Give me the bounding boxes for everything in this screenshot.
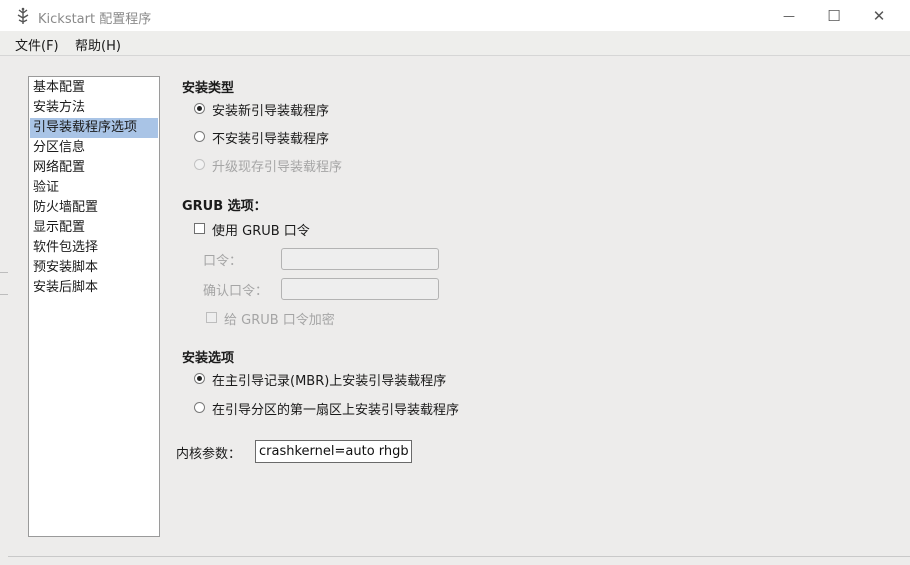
close-button[interactable]: ✕ <box>856 0 902 31</box>
maximize-button[interactable]: ☐ <box>811 0 857 31</box>
use-grub-password-checkbox[interactable] <box>194 223 205 234</box>
sidebar-item-display-config[interactable]: 显示配置 <box>30 218 158 238</box>
edge-decoration <box>0 272 8 295</box>
install-mbr-label[interactable]: 在主引导记录(MBR)上安装引导装载程序 <box>212 370 446 389</box>
kernel-params-input[interactable] <box>255 440 412 463</box>
sidebar-item-partition-info[interactable]: 分区信息 <box>30 138 158 158</box>
sidebar-list: 基本配置 安装方法 引导装载程序选项 分区信息 网络配置 验证 防火墙配置 显示… <box>28 76 160 537</box>
minimize-button[interactable]: — <box>766 0 812 31</box>
bottom-divider <box>8 556 910 557</box>
minimize-icon: — <box>783 8 795 23</box>
password-label: 口令： <box>203 254 243 269</box>
sidebar-item-firewall-config[interactable]: 防火墙配置 <box>30 198 158 218</box>
main-content: 基本配置 安装方法 引导装载程序选项 分区信息 网络配置 验证 防火墙配置 显示… <box>0 56 910 565</box>
no-bootloader-label[interactable]: 不安装引导装载程序 <box>212 128 329 147</box>
close-icon: ✕ <box>872 6 886 25</box>
sidebar-item-bootloader-options[interactable]: 引导装载程序选项 <box>30 118 158 138</box>
radio-install-boot-partition[interactable] <box>194 402 205 413</box>
radio-install-mbr[interactable] <box>194 373 205 384</box>
grub-options-title: GRUB 选项： <box>182 199 267 214</box>
radio-install-new-bootloader[interactable] <box>194 103 205 114</box>
install-type-title: 安装类型 <box>182 81 235 96</box>
sidebar-item-network-config[interactable]: 网络配置 <box>30 158 158 178</box>
kickstart-app-icon <box>17 7 29 24</box>
grub-password-field <box>281 248 439 270</box>
sidebar-item-pre-install-script[interactable]: 预安装脚本 <box>30 258 158 278</box>
install-boot-partition-label[interactable]: 在引导分区的第一扇区上安装引导装载程序 <box>212 399 459 418</box>
kernel-params-label: 内核参数： <box>176 447 242 462</box>
install-new-bootloader-label[interactable]: 安装新引导装载程序 <box>212 100 329 119</box>
install-options-title: 安装选项 <box>182 351 235 366</box>
encrypt-grub-password-label: 给 GRUB 口令加密 <box>224 313 335 328</box>
radio-upgrade-bootloader <box>194 159 205 170</box>
menu-help[interactable]: 帮助(H) <box>75 35 121 54</box>
radio-no-bootloader[interactable] <box>194 131 205 142</box>
sidebar-item-package-selection[interactable]: 软件包选择 <box>30 238 158 258</box>
sidebar-item-install-method[interactable]: 安装方法 <box>30 98 158 118</box>
use-grub-password-label[interactable]: 使用 GRUB 口令 <box>212 220 310 239</box>
confirm-password-label: 确认口令： <box>203 284 269 299</box>
upgrade-bootloader-label: 升级现存引导装载程序 <box>212 160 343 175</box>
title-bar: Kickstart 配置程序 — ☐ ✕ <box>0 0 910 31</box>
maximize-icon: ☐ <box>827 6 841 25</box>
sidebar-item-post-install-script[interactable]: 安装后脚本 <box>30 278 158 298</box>
encrypt-grub-password-checkbox <box>206 312 217 323</box>
sidebar-item-authentication[interactable]: 验证 <box>30 178 158 198</box>
window-title: Kickstart 配置程序 <box>38 12 152 27</box>
sidebar-item-basic-config[interactable]: 基本配置 <box>30 78 158 98</box>
menu-bar: 文件(F) 帮助(H) <box>0 31 910 56</box>
menu-file[interactable]: 文件(F) <box>15 35 59 54</box>
grub-confirm-password-field <box>281 278 439 300</box>
